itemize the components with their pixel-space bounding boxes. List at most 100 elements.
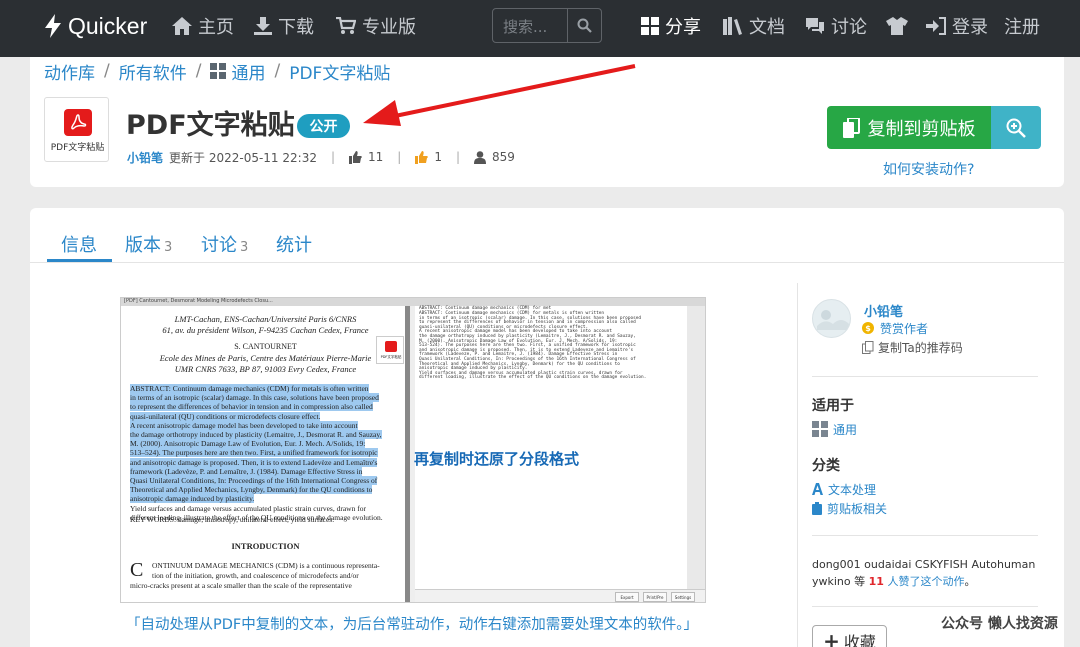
nav-shirt[interactable]	[886, 13, 914, 39]
category-clipboard[interactable]: 剪贴板相关	[812, 500, 887, 516]
action-icon-caption: PDF文字粘贴	[50, 143, 105, 153]
category-heading: 分类	[812, 458, 840, 474]
nav-docs-label: 文档	[749, 17, 785, 38]
abstract-line: the damage orthotropy induced by plastic…	[130, 430, 382, 439]
copy-refcode-link[interactable]: 复制Ta的推荐码	[862, 339, 963, 355]
description-screenshot: [PDF] Cantournet, Desmorat Modeling Micr…	[120, 297, 706, 603]
nav-download[interactable]: 下载	[254, 13, 314, 39]
category-text-processing[interactable]: 文本处理	[812, 481, 876, 497]
nav-docs[interactable]: 文档	[723, 13, 785, 39]
abstract-line: quasi-unilateral (QU) conditions or micr…	[130, 411, 321, 421]
annotation-arrow	[363, 64, 636, 126]
sponsor-author-link[interactable]: $ 赞赏作者	[862, 320, 928, 336]
nav-login[interactable]: 登录	[926, 13, 988, 39]
copy-to-clipboard-button[interactable]: 复制到剪贴板	[827, 106, 991, 149]
likes-count: 11	[368, 150, 384, 164]
sidebar-divider	[797, 283, 798, 647]
overlay-caption: 再复制时还原了分段格式	[414, 450, 580, 468]
brand-name: Quicker	[68, 12, 148, 39]
copy-icon	[842, 117, 860, 138]
books-icon	[723, 17, 742, 35]
coin-icon: $	[862, 322, 874, 334]
applies-heading: 适用于	[812, 398, 854, 414]
abstract-line: anisotropic damage induced by plasticity…	[130, 494, 255, 504]
favorite-button[interactable]: + 收藏	[812, 625, 887, 647]
home-icon	[172, 17, 192, 35]
windows-grid-icon	[812, 421, 828, 437]
abstract-line: M. (2000). Anisotropic Damage Law of Evo…	[130, 439, 366, 449]
abstract-line: in terms of an isotropic (scalar) damage…	[130, 393, 379, 403]
comments-icon	[806, 18, 824, 34]
brand-logo[interactable]: Quicker	[44, 11, 147, 41]
thumbs-up-orange-icon	[415, 150, 429, 164]
nav-home-label: 主页	[198, 17, 234, 38]
action-meta: 小铅笔 更新于 2022-05-11 22:32 | 11 | 1 | 859	[127, 149, 515, 166]
nav-discuss-label: 讨论	[831, 17, 867, 38]
tab-info[interactable]: 信息	[61, 231, 97, 257]
tshirt-icon	[886, 17, 908, 35]
applies-general-link[interactable]: 通用	[812, 421, 857, 437]
pdf-mini-icon: PDF文字粘贴	[376, 336, 404, 364]
copy-button-label: 复制到剪贴板	[867, 118, 976, 140]
abstract-line: ABSTRACT: Continuum damage mechanics (CD…	[130, 384, 369, 393]
abstract-line: 513–524). The purposes here are then two…	[130, 448, 378, 458]
nav-login-label: 登录	[952, 17, 988, 38]
breadcrumb: 动作库 / 所有软件 / 通用 / PDF文字粘贴	[44, 59, 390, 84]
abstract-line: framework (Ladevèze, P. and Lemaître, J.…	[130, 466, 363, 476]
abstract-line: Quasi Unilateral Conditions, In: Proceed…	[130, 476, 378, 485]
sidebar-author-name[interactable]: 小铅笔	[864, 301, 903, 320]
abstract-line: and anisotropic damage is proposed. Then…	[130, 457, 378, 467]
visibility-badge: 公开	[297, 114, 350, 138]
nav-discuss[interactable]: 讨论	[805, 13, 867, 39]
clipboard-icon	[812, 501, 822, 515]
zoom-in-icon	[1006, 118, 1026, 138]
likers-count: 11	[868, 575, 884, 588]
pdf-icon	[64, 109, 92, 136]
breadcrumb-general[interactable]: 通用	[231, 59, 265, 84]
zoom-button[interactable]	[991, 106, 1041, 149]
windows-grid-icon	[210, 63, 227, 79]
breadcrumb-all-software[interactable]: 所有软件	[119, 59, 187, 84]
top-navbar: Quicker 主页 下载 专业版 搜索... 分享 文档 讨论 登录 注册	[0, 0, 1080, 57]
nav-pro[interactable]: 专业版	[336, 13, 416, 39]
active-tab-indicator	[47, 259, 112, 262]
cart-icon	[336, 17, 356, 34]
user-icon	[474, 150, 487, 164]
thumbs-count: 1	[434, 150, 442, 164]
nav-home[interactable]: 主页	[172, 13, 234, 39]
tab-discussions[interactable]: 讨论 3	[201, 231, 248, 257]
tab-versions[interactable]: 版本 3	[125, 231, 172, 257]
nav-share-label: 分享	[665, 17, 701, 38]
search-input[interactable]: 搜索...	[492, 8, 602, 43]
page-title: PDF文字粘贴	[126, 110, 295, 141]
image-caption: 「自动处理从PDF中复制的文本，为后台常驻动作，动作右键添加需要处理文本的软件。…	[126, 617, 698, 633]
search-button[interactable]	[567, 9, 601, 42]
updated-time: 更新于 2022-05-11 22:32	[169, 150, 317, 165]
pane-scrollbar	[687, 306, 705, 594]
pasted-line: different loading, illustrate the effect…	[419, 375, 647, 381]
abstract-line: Theoretical and Applied Mechanics, Lyngb…	[130, 485, 373, 495]
grid-icon	[641, 17, 659, 35]
sign-in-icon	[926, 17, 946, 35]
install-help-link[interactable]: 如何安装动作?	[883, 159, 974, 179]
detail-tabs: 信息 版本 3 讨论 3 统计	[30, 208, 1064, 263]
breadcrumb-library[interactable]: 动作库	[44, 59, 95, 84]
watermark: 公众号 懒人找资源	[941, 616, 1058, 632]
action-icon: PDF文字粘贴	[44, 97, 109, 162]
copy-small-icon	[862, 340, 874, 354]
nav-share[interactable]: 分享	[641, 13, 701, 39]
tab-stats[interactable]: 统计	[276, 231, 312, 257]
abstract-line: to represent the differences of behavior…	[130, 402, 373, 412]
pdf-page: LMT-Cachan, ENS-Cachan/Université Paris …	[121, 306, 410, 602]
pane-footer: Export Print/Pre Settings	[415, 589, 705, 602]
nav-register-label: 注册	[1004, 17, 1040, 38]
sidebar-separator	[812, 535, 1038, 536]
likers-list: dong001 oudaidai CSKYFISH Autohuman ywki…	[812, 558, 1036, 588]
sidebar-separator	[812, 606, 1038, 607]
nav-register[interactable]: 注册	[1004, 13, 1040, 39]
author-avatar[interactable]	[812, 299, 851, 338]
author-link[interactable]: 小铅笔	[127, 149, 163, 166]
font-icon	[812, 483, 823, 495]
nav-pro-label: 专业版	[362, 17, 416, 38]
search-icon	[577, 18, 592, 33]
